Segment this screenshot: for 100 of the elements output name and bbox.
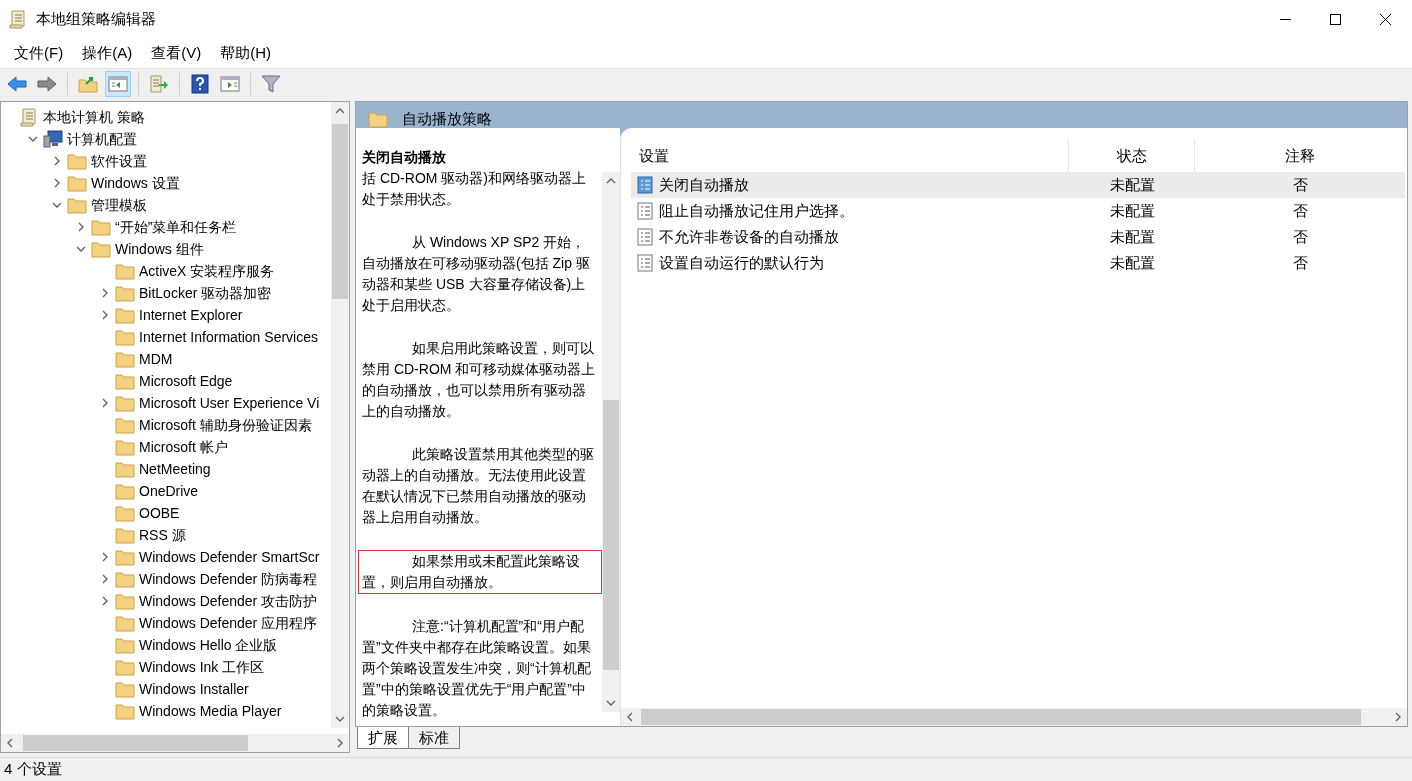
tree-item[interactable]: Windows Defender SmartScr [137,546,320,568]
menu-item[interactable]: 帮助(H) [212,41,279,65]
folder-icon [115,482,135,500]
policy-setting-icon [637,254,653,272]
table-cell-text: 关闭自动播放 [659,174,749,195]
policy-title: 关闭自动播放 [362,148,447,167]
scrollbar-thumb[interactable] [23,735,248,751]
scrollbar-thumb[interactable] [603,400,619,670]
table-row[interactable]: 关闭自动播放 未配置 否 [631,172,1405,198]
export-list-icon [149,74,169,93]
menu-item[interactable]: 操作(A) [74,41,141,65]
folder-icon [115,306,135,324]
tree-item[interactable]: Windows Defender 攻击防护 [137,590,318,612]
column-header[interactable]: 注释 [1195,140,1405,172]
folder-icon [115,548,135,566]
vertical-scrollbar[interactable] [331,102,349,728]
scrollbar-thumb[interactable] [641,709,1361,725]
category-title: 自动播放策略 [402,108,492,129]
description-paragraph: 此策略设置禁用其他类型的驱动器上的自动播放。无法使用此设置在默认情况下已禁用自动播放的驱动器上启用自动播放。 [362,445,595,527]
table-cell-text: 不允许非卷设备的自动播放 [659,226,839,247]
table-cell-text: 未配置 [1109,200,1155,221]
tree-item[interactable]: Microsoft 辅助身份验证因素 [137,414,312,436]
tree-item[interactable]: Windows Installer [137,678,249,700]
folder-icon [115,438,135,456]
folder-icon [115,680,135,698]
tree-item[interactable]: 软件设置 [89,150,147,172]
tree-item[interactable]: “开始”菜单和任务栏 [113,216,237,238]
status-text: 4 个设置 [4,759,62,780]
folder-icon [67,196,87,214]
folder-icon [115,658,135,676]
table-row[interactable]: 不允许非卷设备的自动播放 未配置 否 [631,224,1405,250]
horizontal-scrollbar[interactable] [1,734,349,752]
folder-icon [91,218,111,236]
description-paragraph: 如果禁用或未配置此策略设置，则启用自动播放。 [358,550,602,594]
tree-item[interactable]: Windows Ink 工作区 [137,656,265,678]
tree-item[interactable]: OOBE [137,502,180,524]
table-cell-text: 否 [1292,200,1308,221]
tree-item[interactable]: 本地计算机 策略 [41,106,145,128]
tree-item[interactable]: Microsoft 帐户 [137,436,228,458]
tree-item[interactable]: ActiveX 安装程序服务 [137,260,275,282]
tree-item[interactable]: RSS 源 [137,524,186,546]
tree-item[interactable]: MDM [137,348,173,370]
tree-item[interactable]: Windows 组件 [113,238,204,260]
filter-icon [261,74,281,93]
tree-item[interactable]: OneDrive [137,480,199,502]
description-paragraph: 注意:“计算机配置”和“用户配置”文件夹中都存在此策略设置。如果两个策略设置发生冲突，则“计算机配置”中的策略设置优先于“用户配置”中的策略设置。 [362,617,592,720]
tree-item[interactable]: BitLocker 驱动器加密 [137,282,272,304]
table-cell-text: 未配置 [1109,174,1155,195]
view-tab[interactable]: 扩展 [357,727,409,749]
tree-item[interactable]: Internet Information Services [137,326,318,348]
tree-item[interactable]: 计算机配置 [65,128,137,150]
folder-icon [115,636,135,654]
folder-icon [115,328,135,346]
folder-icon [115,702,135,720]
tree-item[interactable]: Internet Explorer [137,304,243,326]
back-arrow-icon [7,75,27,92]
folder-icon [91,240,111,258]
minimize-icon [1279,18,1291,20]
scroll-icon [9,9,27,29]
folder-icon [115,460,135,478]
tree-item[interactable]: Windows Hello 企业版 [137,634,278,656]
folder-icon [115,262,135,280]
close-icon [1379,13,1391,25]
tree-item[interactable]: Windows 设置 [89,172,180,194]
description-paragraph: 括 CD-ROM 驱动器)和网络驱动器上处于禁用状态。 [362,169,587,209]
menu-item[interactable]: 查看(V) [143,41,210,65]
folder-icon [115,526,135,544]
tree-item[interactable]: Microsoft Edge [137,370,233,392]
horizontal-scrollbar[interactable] [621,708,1407,726]
policy-setting-icon [637,228,653,246]
table-row[interactable]: 设置自动运行的默认行为 未配置 否 [631,250,1405,276]
table-cell-text: 否 [1292,226,1308,247]
table-row[interactable]: 阻止自动播放记住用户选择。 未配置 否 [631,198,1405,224]
folder-icon [67,152,87,170]
scrollbar-thumb[interactable] [332,124,348,299]
tree-item[interactable]: Microsoft User Experience Vi [137,392,320,414]
menu-item[interactable]: 文件(F) [6,41,72,65]
help-icon [191,73,209,94]
policy-setting-icon [637,202,653,220]
vertical-scrollbar[interactable] [602,172,620,712]
tree-item[interactable]: Windows Defender 防病毒程 [137,568,318,590]
tree-item[interactable]: NetMeeting [137,458,211,480]
table-cell-text: 否 [1292,174,1308,195]
folder-up-icon [78,74,98,93]
folder-icon [115,570,135,588]
table-cell-text: 设置自动运行的默认行为 [659,252,824,273]
folder-icon [115,372,135,390]
action-pane-icon [220,75,240,92]
folder-icon [115,614,135,632]
folder-icon [115,592,135,610]
table-cell-text: 未配置 [1109,252,1155,273]
view-tab[interactable]: 标准 [408,727,460,749]
folder-icon [115,284,135,302]
tree-item[interactable]: Windows Media Player [137,700,282,722]
tree-item[interactable]: 管理模板 [89,194,147,216]
description-paragraph: 如果启用此策略设置，则可以禁用 CD-ROM 和可移动媒体驱动器上的自动播放，也可以禁用所有驱动器上的自动播放。 [362,339,597,421]
tree-item[interactable]: Windows Defender 应用程序 [137,612,318,634]
folder-icon [115,416,135,434]
folder-icon [115,350,135,368]
folder-icon [115,394,135,412]
